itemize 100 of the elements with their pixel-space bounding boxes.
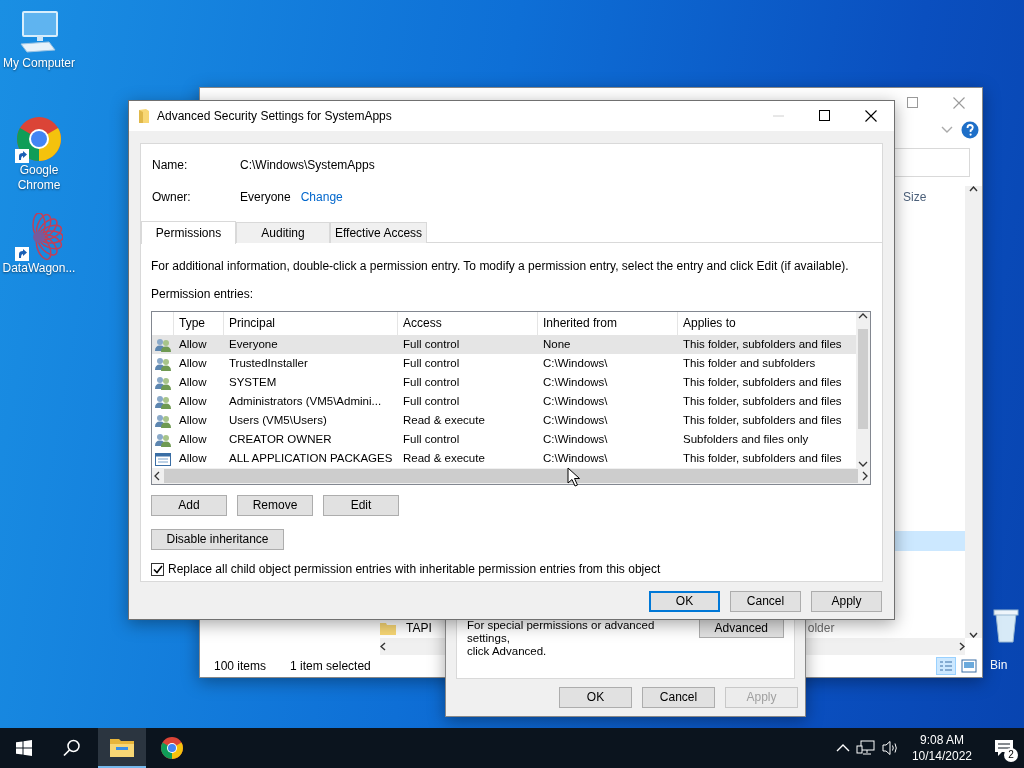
table-cell-text: Users (VM5\Users) (228, 413, 328, 428)
scroll-left-icon[interactable] (152, 471, 162, 481)
table-row[interactable]: Allow Administrators (VM5\Admini... Full control C:\Windows\ This folder, subfolders and files (152, 392, 857, 411)
checkbox[interactable] (151, 562, 164, 576)
maximize-icon (907, 97, 919, 109)
scroll-up-icon[interactable] (969, 186, 978, 192)
table-row[interactable]: Allow CREATOR OWNER Full control C:\Windows\ Subfolders and files only (152, 430, 857, 449)
window-icon (155, 451, 171, 466)
table-cell-text: C:\Windows\ (542, 356, 609, 371)
scrollbar-thumb[interactable] (164, 469, 858, 483)
table-cell-text: This folder, subfolders and files (682, 451, 843, 466)
status-text: 100 items (214, 658, 267, 675)
table-cell-text: Subfolders and files only (682, 432, 810, 447)
checkbox-label[interactable]: Replace all child object permission entries with inheritable permission entries from this object (168, 560, 661, 578)
tab[interactable]: Effective Access (330, 222, 427, 243)
clock[interactable]: 9:08 AM 10/14/2022 (905, 732, 978, 764)
users-icon (154, 432, 172, 447)
table-cell-text: CREATOR OWNER (228, 432, 333, 447)
desktop-icon-label[interactable]: My Computer (0, 56, 78, 71)
section-label: Permission entries: (151, 286, 255, 303)
help-icon[interactable] (961, 121, 979, 139)
chrome-icon[interactable] (15, 115, 63, 163)
taskbar-app[interactable] (98, 728, 146, 768)
table-cell-text: Full control (402, 432, 461, 447)
table-cell-text: Allow (178, 337, 208, 352)
table-cell-text: Allow (178, 394, 208, 409)
dialog-button[interactable]: Cancel (642, 687, 715, 708)
status-text: 1 item selected (290, 658, 371, 675)
network-icon[interactable] (855, 740, 876, 756)
users-icon (154, 356, 172, 371)
table-cell-text: This folder, subfolders and files (682, 375, 843, 390)
scroll-down-icon[interactable] (858, 460, 868, 468)
tab[interactable]: Auditing (236, 222, 330, 243)
scroll-right-icon[interactable] (959, 642, 965, 651)
maximize-icon (819, 110, 831, 122)
table-cell-text: C:\Windows\ (542, 375, 609, 390)
horizontal-scrollbar[interactable] (152, 468, 870, 484)
chevron-up-icon[interactable] (835, 744, 850, 752)
field-value: Everyone (240, 189, 291, 206)
table-row[interactable]: Allow SYSTEM Full control C:\Windows\ This folder, subfolders and files (152, 373, 857, 392)
hint-text: click Advanced. (467, 645, 548, 658)
table-cell-text: Administrators (VM5\Admini... (228, 394, 383, 409)
column-header[interactable]: Size (903, 188, 927, 206)
windows-logo-icon (16, 740, 32, 756)
table-cell-text: Allow (178, 356, 208, 371)
scroll-right-icon[interactable] (860, 471, 870, 481)
table-cell-text: This folder and subfolders (682, 356, 817, 371)
table-cell-text: Everyone (228, 337, 279, 352)
table-cell-text: None (542, 337, 572, 352)
dialog-button[interactable]: Apply (811, 591, 882, 612)
entry-button[interactable]: Add (151, 495, 227, 516)
volume-icon[interactable] (881, 740, 900, 756)
scrollbar-thumb[interactable] (858, 329, 868, 429)
notification-count: 2 (1004, 748, 1018, 762)
search-icon (63, 739, 81, 757)
folder-icon (110, 737, 134, 757)
mouse-cursor-icon (567, 467, 581, 487)
chrome-icon (160, 736, 184, 760)
desktop-icon-label[interactable]: Bin (990, 656, 1008, 674)
table-cell-text: Allow (178, 413, 208, 428)
users-icon (154, 337, 172, 352)
tab[interactable]: Permissions (141, 221, 236, 244)
users-icon (154, 413, 172, 428)
search-field[interactable] (892, 148, 970, 177)
vertical-scrollbar[interactable] (965, 186, 982, 638)
scroll-left-icon[interactable] (380, 642, 386, 651)
table-cell-text: Allow (178, 451, 208, 466)
vertical-scrollbar[interactable] (856, 312, 870, 468)
table-cell-text: This folder, subfolders and files (682, 394, 843, 409)
table-cell-text: Full control (402, 375, 461, 390)
table-cell-text: Full control (402, 394, 461, 409)
table-cell-text: Full control (402, 356, 461, 371)
table-cell-text: C:\Windows\ (542, 413, 609, 428)
dialog-button[interactable]: Cancel (730, 591, 801, 612)
entry-button[interactable]: Remove (237, 495, 313, 516)
desktop-icon-label[interactable]: DataWagon... (0, 261, 78, 276)
table-row[interactable]: Allow Everyone Full control None This folder, subfolders and files (152, 335, 857, 354)
field-label: Name: (152, 157, 189, 174)
table-row[interactable]: Allow Users (VM5\Users) Read & execute C:\Windows\ This folder, subfolders and files (152, 411, 857, 430)
file-type: older (807, 620, 835, 637)
users-icon (154, 394, 172, 409)
folder-icon (139, 109, 149, 123)
table-cell-text: ALL APPLICATION PACKAGES (228, 451, 394, 466)
table-row[interactable]: Allow TrustedInstaller Full control C:\Windows\ This folder and subfolders (152, 354, 857, 373)
change-link[interactable]: Change (300, 188, 343, 206)
scroll-down-icon[interactable] (969, 632, 978, 638)
scroll-up-icon[interactable] (858, 312, 868, 320)
table-row[interactable]: Allow ALL APPLICATION PACKAGES Read & execute C:\Windows\ This folder, subfolders and files (152, 449, 857, 468)
desktop-icon-label[interactable]: Google Chrome (0, 163, 78, 193)
entry-button[interactable]: Edit (323, 495, 399, 516)
field-value: C:\Windows\SystemApps (240, 157, 375, 174)
close-icon (953, 97, 965, 109)
dialog-button[interactable]: OK (649, 591, 720, 612)
window-title: Advanced Security Settings for SystemApps (157, 108, 393, 125)
file-name[interactable]: TAPI (406, 619, 432, 637)
dialog-button[interactable]: OK (559, 687, 632, 708)
table-cell-text: This folder, subfolders and files (682, 413, 843, 428)
table-cell-text: Allow (178, 375, 208, 390)
table-cell-text: C:\Windows\ (542, 394, 609, 409)
disable-inheritance-button[interactable]: Disable inheritance (151, 529, 284, 550)
